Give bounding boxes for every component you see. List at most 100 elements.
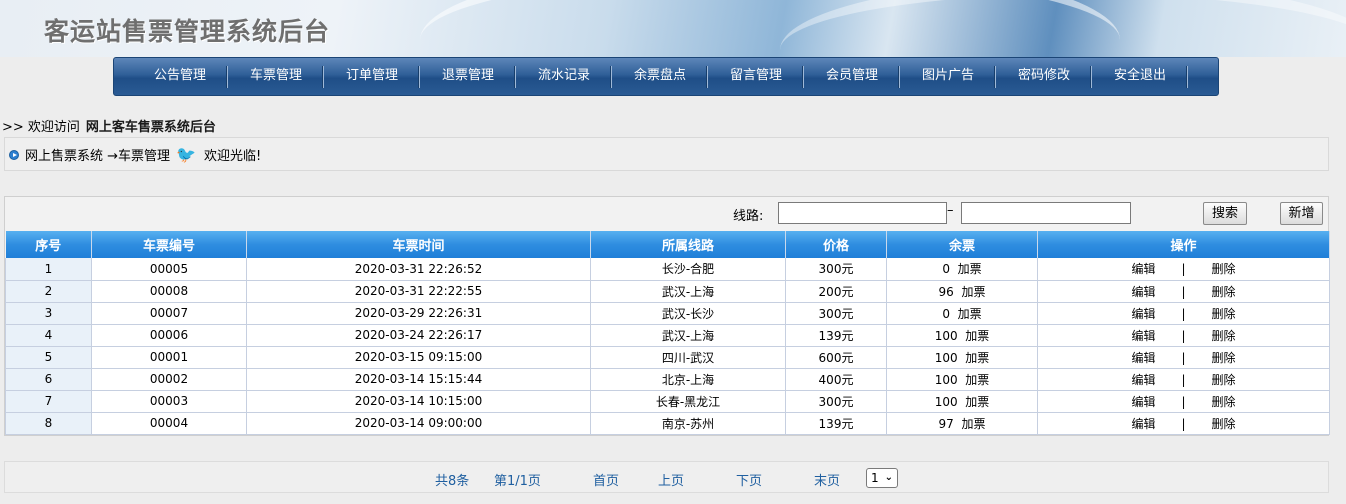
action-separator: |: [1181, 416, 1186, 431]
ticket-panel: 线路: – 搜索 新增 序号 车票编号 车票时间 所属线路 价格 余票 操作 1…: [4, 196, 1330, 436]
action-separator: |: [1181, 284, 1186, 299]
cell-ticket-code: 00008: [91, 280, 247, 303]
search-button[interactable]: 搜索: [1203, 202, 1247, 225]
add-tickets-link[interactable]: 加票: [965, 373, 989, 387]
cell-route: 武汉-长沙: [590, 302, 786, 325]
delete-link[interactable]: 删除: [1212, 373, 1236, 387]
cell-price: 300元: [785, 258, 887, 281]
edit-link[interactable]: 编辑: [1131, 285, 1155, 299]
prev-page-link[interactable]: 上页: [658, 470, 684, 489]
nav-item-inventory[interactable]: 余票盘点: [612, 58, 708, 95]
cell-actions: 编辑 | 删除: [1037, 280, 1330, 303]
page-indicator: 第1/1页: [494, 474, 541, 489]
add-tickets-link[interactable]: 加票: [961, 417, 985, 431]
first-page-link[interactable]: 首页: [593, 470, 619, 489]
cell-actions: 编辑 | 删除: [1037, 258, 1330, 281]
next-page-link[interactable]: 下页: [736, 470, 762, 489]
welcome-line: >> 欢迎访问 网上客车售票系统后台: [2, 116, 216, 135]
app-title: 客运站售票管理系统后台: [44, 17, 331, 46]
add-tickets-link[interactable]: 加票: [961, 285, 985, 299]
cell-remaining: 0 加票: [886, 258, 1038, 281]
nav-item-members[interactable]: 会员管理: [804, 58, 900, 95]
edit-link[interactable]: 编辑: [1131, 351, 1155, 365]
remaining-count: 0: [942, 306, 950, 321]
edit-link[interactable]: 编辑: [1131, 329, 1155, 343]
cell-price: 600元: [785, 346, 887, 369]
cell-ticket-time: 2020-03-14 09:00:00: [246, 412, 591, 435]
nav-item-refunds[interactable]: 退票管理: [420, 58, 516, 95]
add-button[interactable]: 新增: [1280, 202, 1323, 225]
nav-item-image-ads[interactable]: 图片广告: [900, 58, 996, 95]
action-separator: |: [1181, 306, 1186, 321]
nav-item-logout[interactable]: 安全退出: [1092, 58, 1188, 95]
table-row: 5 00001 2020-03-15 09:15:00 四川-武汉 600元 100 加票…: [5, 346, 1330, 369]
breadcrumb-path: 网上售票系统 →车票管理: [25, 148, 171, 164]
delete-link[interactable]: 删除: [1212, 329, 1236, 343]
route-to-input[interactable]: [961, 202, 1131, 224]
nav-item-change-password[interactable]: 密码修改: [996, 58, 1092, 95]
cell-actions: 编辑 | 删除: [1037, 324, 1330, 347]
pagination: 共8条 第1/1页 首页 上页 下页 末页 1 ⌄: [4, 461, 1329, 493]
cell-route: 北京-上海: [590, 368, 786, 391]
cell-route: 南京-苏州: [590, 412, 786, 435]
cell-ticket-time: 2020-03-14 15:15:44: [246, 368, 591, 391]
delete-link[interactable]: 删除: [1212, 262, 1236, 276]
edit-link[interactable]: 编辑: [1131, 373, 1155, 387]
delete-link[interactable]: 删除: [1212, 285, 1236, 299]
breadcrumb: 网上售票系统 →车票管理 🐦 欢迎光临!: [4, 137, 1329, 171]
delete-link[interactable]: 删除: [1212, 395, 1236, 409]
cell-index: 1: [5, 258, 92, 281]
cell-ticket-code: 00001: [91, 346, 247, 369]
banner-decoration: [780, 0, 1346, 57]
action-separator: |: [1181, 394, 1186, 409]
cell-index: 7: [5, 390, 92, 413]
col-header-index: 序号: [5, 231, 92, 258]
add-tickets-link[interactable]: 加票: [958, 262, 982, 276]
delete-link[interactable]: 删除: [1212, 351, 1236, 365]
action-separator: |: [1181, 262, 1186, 277]
table-row: 3 00007 2020-03-29 22:26:31 武汉-长沙 300元 0 加票 编辑…: [5, 302, 1330, 325]
add-tickets-link[interactable]: 加票: [965, 329, 989, 343]
edit-link[interactable]: 编辑: [1131, 417, 1155, 431]
table-row: 2 00008 2020-03-31 22:22:55 武汉-上海 200元 96 加票编…: [5, 280, 1330, 303]
col-header-ticket-code: 车票编号: [91, 231, 247, 258]
edit-link[interactable]: 编辑: [1131, 307, 1155, 321]
chevron-down-icon: ⌄: [884, 472, 893, 483]
nav-item-messages[interactable]: 留言管理: [708, 58, 804, 95]
cell-actions: 编辑 | 删除: [1037, 390, 1330, 413]
cell-actions: 编辑 | 删除: [1037, 346, 1330, 369]
add-tickets-link[interactable]: 加票: [958, 307, 982, 321]
remaining-count: 100: [934, 394, 958, 409]
cell-ticket-time: 2020-03-29 22:26:31: [246, 302, 591, 325]
route-from-input[interactable]: [778, 202, 947, 224]
delete-link[interactable]: 删除: [1212, 417, 1236, 431]
remaining-count: 100: [934, 328, 958, 343]
cell-price: 200元: [785, 280, 887, 303]
edit-link[interactable]: 编辑: [1131, 262, 1155, 276]
remaining-count: 97: [938, 416, 954, 431]
route-label: 线路:: [733, 209, 764, 224]
last-page-link[interactable]: 末页: [814, 470, 840, 489]
action-separator: |: [1181, 328, 1186, 343]
cell-remaining: 100 加票: [886, 346, 1038, 369]
remaining-count: 100: [934, 350, 958, 365]
remaining-count: 0: [942, 262, 950, 277]
add-tickets-link[interactable]: 加票: [965, 395, 989, 409]
table-row: 4 00006 2020-03-24 22:26:17 武汉-上海 139元 100 加票…: [5, 324, 1330, 347]
cell-ticket-code: 00003: [91, 390, 247, 413]
nav-item-orders[interactable]: 订单管理: [324, 58, 420, 95]
cell-index: 4: [5, 324, 92, 347]
cell-index: 8: [5, 412, 92, 435]
page-select[interactable]: 1 ⌄: [866, 468, 898, 488]
edit-link[interactable]: 编辑: [1131, 395, 1155, 409]
add-tickets-link[interactable]: 加票: [965, 351, 989, 365]
col-header-price: 价格: [785, 231, 887, 258]
nav-item-transactions[interactable]: 流水记录: [516, 58, 612, 95]
nav-item-announcements[interactable]: 公告管理: [132, 58, 228, 95]
cell-route: 武汉-上海: [590, 324, 786, 347]
cell-price: 139元: [785, 324, 887, 347]
main-nav: 公告管理 车票管理 订单管理 退票管理 流水记录 余票盘点 留言管理 会员管理 …: [113, 57, 1219, 96]
delete-link[interactable]: 删除: [1212, 307, 1236, 321]
page-select-value: 1: [871, 471, 879, 485]
nav-item-tickets[interactable]: 车票管理: [228, 58, 324, 95]
